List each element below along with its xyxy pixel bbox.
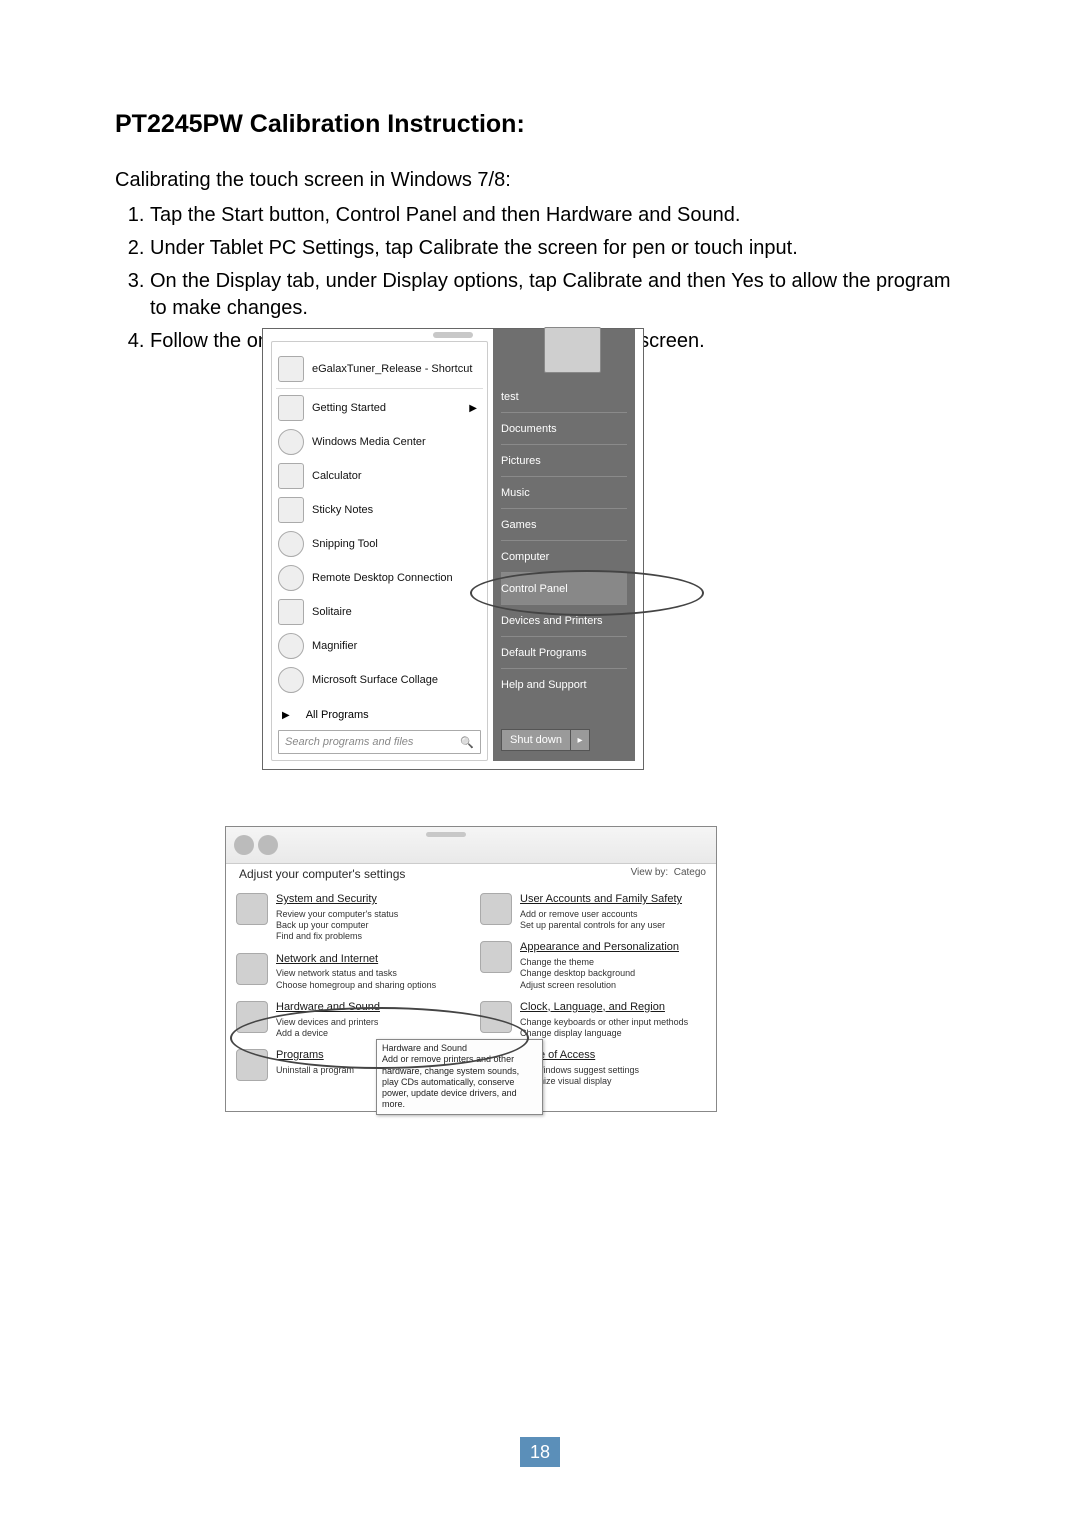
category-link[interactable]: Choose homegroup and sharing options	[276, 980, 436, 991]
all-programs-link[interactable]: ▶ All Programs	[282, 704, 477, 726]
category-link[interactable]: Change the theme	[520, 957, 679, 968]
submenu-arrow-icon: ▶	[469, 403, 477, 414]
window-toolbar	[226, 827, 716, 864]
start-menu-screenshot: eGalaxTuner_Release - Shortcut Getting S…	[262, 328, 644, 770]
category-title[interactable]: Clock, Language, and Region	[520, 1001, 688, 1015]
app-icon	[278, 633, 304, 659]
users-icon	[480, 893, 512, 925]
category-appearance[interactable]: Appearance and Personalization Change the…	[480, 941, 706, 991]
category-link[interactable]: Review your computer's status	[276, 909, 398, 920]
drag-handle-icon	[433, 332, 473, 338]
callout-circle-hardware-sound	[230, 1007, 529, 1069]
category-link[interactable]: Change desktop background	[520, 968, 679, 979]
program-item[interactable]: Getting Started ▶	[276, 391, 483, 425]
search-placeholder: Search programs and files	[285, 736, 413, 748]
app-icon	[278, 395, 304, 421]
category-system-security[interactable]: System and Security Review your computer'…	[236, 893, 462, 943]
category-link[interactable]: Change keyboards or other input methods	[520, 1017, 688, 1028]
program-item[interactable]: Solitaire	[276, 595, 483, 629]
program-label: Calculator	[312, 470, 362, 482]
view-by-value[interactable]: Catego	[674, 867, 706, 878]
step-item: On the Display tab, under Display option…	[150, 268, 965, 322]
app-icon	[278, 463, 304, 489]
category-link[interactable]: View network status and tasks	[276, 968, 436, 979]
forward-button-icon[interactable]	[258, 835, 278, 855]
program-label: Getting Started	[312, 402, 386, 414]
start-link-test[interactable]: test	[501, 381, 627, 412]
program-item[interactable]: Snipping Tool	[276, 527, 483, 561]
program-item[interactable]: eGalaxTuner_Release - Shortcut	[276, 352, 483, 386]
start-link-music[interactable]: Music	[501, 476, 627, 508]
app-icon	[278, 356, 304, 382]
program-item[interactable]: Sticky Notes	[276, 493, 483, 527]
program-label: Remote Desktop Connection	[312, 572, 453, 584]
category-user-accounts[interactable]: User Accounts and Family Safety Add or re…	[480, 893, 706, 931]
shield-icon	[236, 893, 268, 925]
program-item[interactable]: Magnifier	[276, 629, 483, 663]
step-item: Under Tablet PC Settings, tap Calibrate …	[150, 235, 965, 262]
program-item[interactable]: Calculator	[276, 459, 483, 493]
step-item: Tap the Start button, Control Panel and …	[150, 202, 965, 229]
shutdown-button-group: Shut down ▸	[501, 729, 590, 751]
program-label: eGalaxTuner_Release - Shortcut	[312, 363, 472, 375]
globe-icon	[236, 953, 268, 985]
callout-circle-control-panel	[470, 570, 704, 616]
program-label: Sticky Notes	[312, 504, 373, 516]
program-item[interactable]: Microsoft Surface Collage	[276, 663, 483, 697]
drag-handle-icon	[426, 832, 466, 837]
control-panel-screenshot: Adjust your computer's settings View by:…	[225, 826, 717, 1112]
program-label: Solitaire	[312, 606, 352, 618]
start-link-games[interactable]: Games	[501, 508, 627, 540]
category-link[interactable]: Back up your computer	[276, 920, 398, 931]
start-menu-right-pane: test Documents Pictures Music Games Comp…	[493, 329, 635, 761]
program-label: Magnifier	[312, 640, 357, 652]
app-icon	[278, 565, 304, 591]
view-by-label: View by:	[631, 867, 669, 878]
category-network[interactable]: Network and InternetView network status …	[236, 953, 462, 991]
category-link[interactable]: Find and fix problems	[276, 931, 398, 942]
category-title[interactable]: Network and Internet	[276, 953, 436, 967]
all-programs-label: All Programs	[306, 709, 369, 721]
app-icon	[278, 667, 304, 693]
display-icon	[480, 941, 512, 973]
search-icon: 🔍	[460, 736, 474, 749]
app-icon	[278, 599, 304, 625]
program-item[interactable]: Windows Media Center	[276, 425, 483, 459]
app-icon	[278, 497, 304, 523]
category-link[interactable]: Set up parental controls for any user	[520, 920, 682, 931]
category-title[interactable]: User Accounts and Family Safety	[520, 893, 682, 907]
page-number: 18	[520, 1437, 560, 1467]
program-label: Windows Media Center	[312, 436, 426, 448]
app-icon	[278, 429, 304, 455]
back-button-icon[interactable]	[234, 835, 254, 855]
page-title: PT2245PW Calibration Instruction:	[115, 110, 965, 139]
search-input[interactable]: Search programs and files 🔍	[278, 730, 481, 754]
arrow-right-icon: ▶	[282, 710, 290, 721]
program-label: Microsoft Surface Collage	[312, 674, 438, 686]
category-link[interactable]: Change display language	[520, 1028, 688, 1039]
cp-heading-row: Adjust your computer's settings View by:…	[239, 867, 706, 881]
app-icon	[278, 531, 304, 557]
category-title[interactable]: System and Security	[276, 893, 398, 907]
start-link-default[interactable]: Default Programs	[501, 636, 627, 668]
user-picture[interactable]	[544, 327, 601, 373]
start-link-pictures[interactable]: Pictures	[501, 444, 627, 476]
intro-text: Calibrating the touch screen in Windows …	[115, 169, 965, 192]
program-label: Snipping Tool	[312, 538, 378, 550]
cp-heading: Adjust your computer's settings	[239, 867, 405, 881]
start-link-computer[interactable]: Computer	[501, 540, 627, 572]
category-link[interactable]: Add or remove user accounts	[520, 909, 682, 920]
start-link-help[interactable]: Help and Support	[501, 668, 627, 700]
shutdown-options-arrow[interactable]: ▸	[571, 729, 590, 751]
program-item[interactable]: Remote Desktop Connection	[276, 561, 483, 595]
start-menu-left-pane: eGalaxTuner_Release - Shortcut Getting S…	[271, 341, 488, 761]
category-title[interactable]: Appearance and Personalization	[520, 941, 679, 955]
start-link-documents[interactable]: Documents	[501, 412, 627, 444]
shutdown-button[interactable]: Shut down	[501, 729, 571, 751]
category-link[interactable]: Adjust screen resolution	[520, 980, 679, 991]
